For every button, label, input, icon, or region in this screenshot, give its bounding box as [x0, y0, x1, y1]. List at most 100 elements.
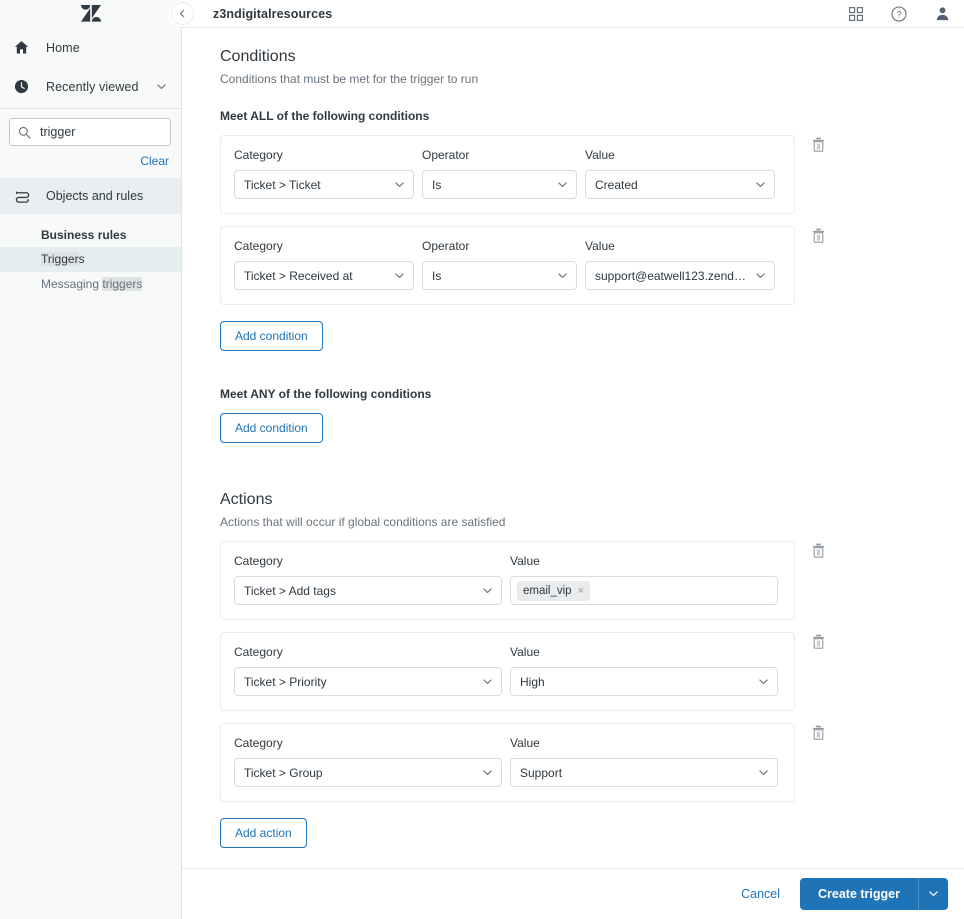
search-box[interactable] — [9, 118, 171, 146]
chevron-down-icon — [752, 676, 769, 687]
chevron-down-icon — [551, 270, 568, 281]
chevron-down-icon — [752, 767, 769, 778]
select-value: Is — [432, 177, 442, 192]
create-trigger-dropdown-button[interactable] — [918, 878, 948, 910]
select-value: support@eatwell123.zendes... — [595, 268, 749, 283]
select-value: Is — [432, 268, 442, 283]
field-label-category: Category — [234, 736, 283, 750]
condition-value-select[interactable]: support@eatwell123.zendes... — [585, 261, 775, 290]
apps-grid-icon[interactable] — [849, 6, 863, 21]
delete-condition-button[interactable] — [812, 137, 825, 152]
action-tags-input[interactable]: email_vip × — [510, 576, 778, 605]
sidebar-collapse-button[interactable] — [171, 2, 194, 25]
sidebar-section-label: Objects and rules — [46, 189, 144, 203]
sidebar-item-label: Home — [46, 40, 80, 55]
main-area: z3ndigitalresources ? Conditions Conditi… — [182, 0, 964, 919]
chevron-down-icon — [551, 179, 568, 190]
add-action-button[interactable]: Add action — [220, 818, 307, 848]
user-avatar-icon[interactable] — [935, 6, 950, 21]
footer-bar: Cancel Create trigger — [182, 868, 964, 919]
objects-and-rules-icon — [14, 189, 36, 204]
select-value: High — [520, 674, 545, 689]
sidebar-item-label-highlight: Trigger — [41, 252, 79, 266]
action-row: Category Ticket > Add tags Value email_v… — [220, 541, 825, 620]
condition-category-select[interactable]: Ticket > Received at — [234, 261, 414, 290]
sidebar-item-label-rest: s — [78, 252, 85, 266]
select-value: Created — [595, 177, 638, 192]
chevron-down-icon — [749, 179, 766, 190]
zendesk-logo[interactable] — [0, 0, 181, 28]
sidebar: Home Recently viewed Clear — [0, 0, 194, 919]
clock-icon — [14, 79, 36, 94]
field-label-value: Value — [585, 148, 615, 162]
clear-search-link[interactable]: Clear — [140, 154, 169, 168]
field-label-value: Value — [585, 239, 615, 253]
action-category-field: Category Ticket > Add tags — [234, 554, 502, 605]
field-label-value: Value — [510, 645, 540, 659]
field-label-operator: Operator — [422, 239, 470, 253]
action-value-select[interactable]: Support — [510, 758, 778, 787]
meet-all-label: Meet ALL of the following conditions — [220, 109, 430, 123]
action-value-field: Value email_vip × — [510, 554, 778, 605]
delete-condition-button[interactable] — [812, 228, 825, 243]
add-condition-all-button[interactable]: Add condition — [220, 321, 323, 351]
search-icon — [18, 126, 32, 139]
create-trigger-button[interactable]: Create trigger — [800, 878, 918, 910]
chevron-down-icon — [388, 179, 405, 190]
page-title: z3ndigitalresources — [213, 6, 333, 21]
sidebar-item-label-prefix: Messaging — [41, 277, 103, 292]
help-circle-icon[interactable]: ? — [891, 5, 907, 22]
delete-action-button[interactable] — [812, 543, 825, 558]
action-category-field: Category Ticket > Priority — [234, 645, 502, 696]
action-category-select[interactable]: Ticket > Group — [234, 758, 502, 787]
tag-remove-icon[interactable]: × — [578, 585, 584, 597]
field-label-value: Value — [510, 736, 540, 750]
condition-operator-select[interactable]: Is — [422, 170, 577, 199]
actions-subtitle: Actions that will occur if global condit… — [220, 515, 506, 529]
tag-chip[interactable]: email_vip × — [517, 580, 591, 601]
sidebar-search — [0, 109, 181, 146]
topbar: z3ndigitalresources ? — [182, 0, 964, 28]
clear-search-row: Clear — [0, 146, 181, 170]
action-row: Category Ticket > Group Value Support — [220, 723, 825, 802]
cancel-button[interactable]: Cancel — [737, 881, 784, 907]
condition-row: Category Ticket > Ticket Operator Is Val… — [220, 135, 825, 214]
home-icon — [14, 40, 36, 55]
chevron-down-icon[interactable] — [156, 81, 167, 92]
field-label-value: Value — [510, 554, 540, 568]
select-value: Ticket > Received at — [244, 268, 353, 283]
delete-action-button[interactable] — [812, 725, 825, 740]
sidebar-subgroup-heading: Business rules — [41, 228, 127, 242]
condition-operator-field: Operator Is — [422, 239, 577, 290]
field-label-category: Category — [234, 148, 283, 162]
delete-action-button[interactable] — [812, 634, 825, 649]
tag-label: email_vip — [523, 584, 572, 597]
chevron-down-icon — [388, 270, 405, 281]
condition-value-field: Value Created — [585, 148, 775, 199]
condition-category-field: Category Ticket > Received at — [234, 239, 414, 290]
conditions-subtitle: Conditions that must be met for the trig… — [220, 72, 479, 86]
condition-operator-select[interactable]: Is — [422, 261, 577, 290]
svg-text:?: ? — [896, 9, 901, 19]
action-value-field: Value Support — [510, 736, 778, 787]
action-value-select[interactable]: High — [510, 667, 778, 696]
condition-value-select[interactable]: Created — [585, 170, 775, 199]
chevron-down-icon — [476, 767, 493, 778]
field-label-category: Category — [234, 645, 283, 659]
chevron-down-icon — [476, 676, 493, 687]
sidebar-item-objects-and-rules[interactable]: Objects and rules — [0, 178, 181, 214]
sidebar-item-triggers[interactable]: Triggers — [0, 247, 181, 273]
add-condition-any-button[interactable]: Add condition — [220, 413, 323, 443]
action-category-select[interactable]: Ticket > Priority — [234, 667, 502, 696]
search-input[interactable] — [40, 125, 162, 139]
field-label-category: Category — [234, 554, 283, 568]
sidebar-item-recently-viewed[interactable]: Recently viewed — [0, 67, 181, 106]
form-content: Conditions Conditions that must be met f… — [182, 29, 964, 868]
action-category-select[interactable]: Ticket > Add tags — [234, 576, 502, 605]
meet-any-label: Meet ANY of the following conditions — [220, 387, 432, 401]
sidebar-item-home[interactable]: Home — [0, 28, 181, 67]
condition-category-select[interactable]: Ticket > Ticket — [234, 170, 414, 199]
field-label-category: Category — [234, 239, 283, 253]
create-trigger-split-button: Create trigger — [800, 878, 948, 910]
sidebar-item-messaging-triggers[interactable]: Messaging triggers — [0, 272, 181, 297]
